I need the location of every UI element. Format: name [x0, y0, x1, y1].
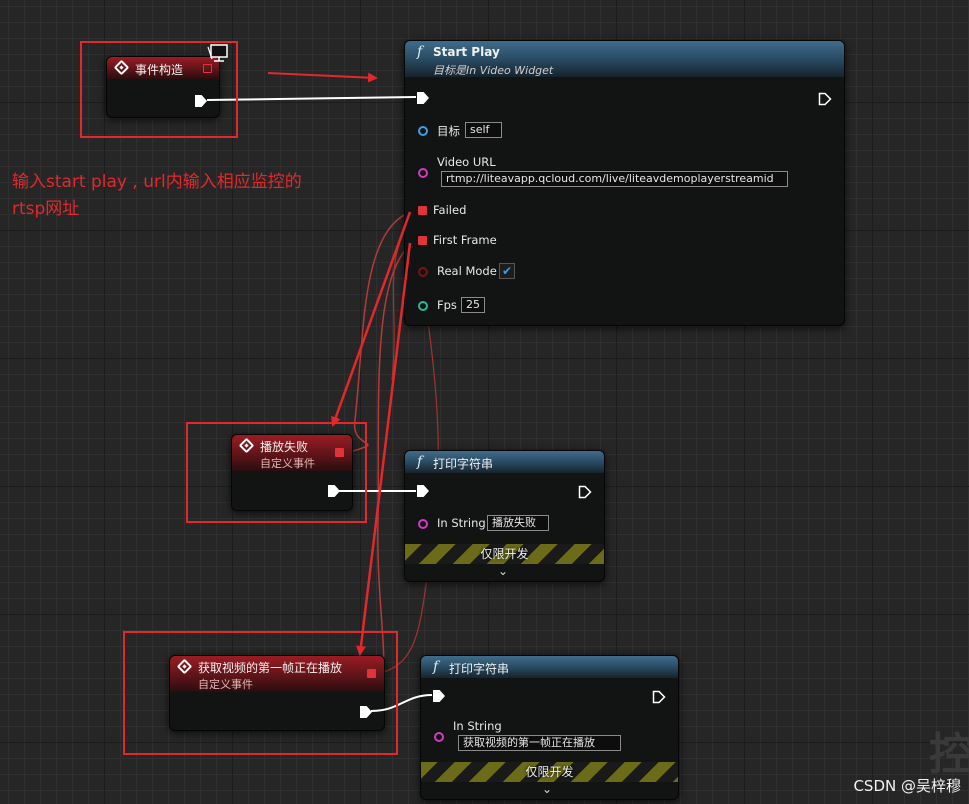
event-construct-exec-out-pin[interactable] — [195, 95, 207, 107]
annotation-text: 输入start play , url内输入相应监控的 rtsp网址 — [12, 169, 302, 223]
real-mode-label: Real Mode — [437, 264, 497, 278]
video-url-label: Video URL — [437, 155, 496, 169]
video-url-pin[interactable] — [418, 168, 428, 178]
dev-only-banner: 仅限开发 — [405, 544, 604, 564]
annotation-arrow-first-frame — [356, 242, 412, 656]
in-string-pin[interactable] — [434, 732, 444, 742]
print-string-node-2[interactable]: f 打印字符串 In String 获取视频的第一帧正在播放 仅限开发 ⌄ — [420, 655, 679, 800]
start-play-title: Start Play — [433, 45, 500, 59]
monitor-icon — [207, 44, 229, 62]
in-string-field[interactable]: 播放失败 — [487, 515, 549, 531]
print-string-1-exec-in-pin[interactable] — [417, 485, 429, 497]
fps-pin[interactable] — [418, 301, 428, 311]
event-diamond-icon — [113, 59, 130, 76]
csdn-watermark: CSDN @吴梓穆 — [853, 777, 961, 795]
start-play-node[interactable]: f Start Play 目标是In Video Widget 目标 self … — [404, 40, 845, 326]
play-failed-delegate-pin[interactable] — [335, 448, 344, 457]
print-string-2-header: f 打印字符串 — [421, 656, 678, 678]
annotation-line-2: rtsp网址 — [12, 199, 80, 219]
print-string-node-1[interactable]: f 打印字符串 In String 播放失败 仅限开发 ⌄ — [404, 450, 605, 582]
first-frame-subtitle: 自定义事件 — [198, 678, 253, 691]
background-ghost-char: 控 — [929, 729, 969, 780]
event-construct-header: 事件构造 — [107, 57, 219, 79]
first-frame-title: 获取视频的第一帧正在播放 — [198, 661, 343, 675]
dev-only-label: 仅限开发 — [480, 547, 529, 561]
target-pin[interactable] — [418, 126, 428, 136]
in-string-label: In String — [437, 516, 486, 530]
failed-pin[interactable] — [418, 206, 427, 215]
target-label: 目标 — [437, 124, 460, 138]
video-url-field[interactable]: rtmp://liteavapp.qcloud.com/live/liteavd… — [441, 171, 788, 187]
in-string-label: In String — [453, 719, 502, 733]
play-failed-subtitle: 自定义事件 — [260, 457, 315, 470]
function-icon: f — [417, 454, 423, 470]
print-string-1-title: 打印字符串 — [433, 457, 494, 471]
print-string-2-exec-out-pin[interactable] — [652, 689, 666, 708]
first-frame-label: First Frame — [433, 233, 497, 247]
first-frame-header: 获取视频的第一帧正在播放 自定义事件 — [170, 656, 384, 692]
event-construct-title: 事件构造 — [135, 63, 184, 77]
start-play-exec-in-pin[interactable] — [417, 92, 429, 104]
chevron-down-icon[interactable]: ⌄ — [542, 782, 552, 796]
first-frame-pin[interactable] — [418, 236, 427, 245]
annotation-line-1: 输入start play , url内输入相应监控的 — [12, 172, 302, 192]
in-string-pin[interactable] — [418, 519, 428, 529]
play-failed-event-node[interactable]: 播放失败 自定义事件 — [231, 434, 353, 511]
first-frame-event-node[interactable]: 获取视频的第一帧正在播放 自定义事件 — [169, 655, 385, 731]
real-mode-checkbox[interactable]: ✔ — [499, 263, 515, 279]
print-string-2-title: 打印字符串 — [449, 662, 510, 676]
fps-field[interactable]: 25 — [461, 297, 485, 313]
annotation-arrow-top — [267, 72, 378, 83]
play-failed-exec-out-pin[interactable] — [328, 485, 340, 497]
function-icon: f — [433, 659, 439, 675]
exec-wire-construct-to-startplay — [206, 96, 417, 101]
start-play-exec-out-pin[interactable] — [818, 91, 832, 110]
chevron-down-icon[interactable]: ⌄ — [498, 564, 508, 578]
in-string-field[interactable]: 获取视频的第一帧正在播放 — [458, 735, 621, 751]
target-field[interactable]: self — [465, 122, 502, 138]
print-string-2-exec-in-pin[interactable] — [433, 690, 445, 702]
print-string-1-exec-out-pin[interactable] — [578, 484, 592, 503]
first-frame-delegate-pin[interactable] — [367, 669, 376, 678]
first-frame-exec-out-pin[interactable] — [360, 706, 372, 718]
event-construct-delegate-pin[interactable] — [203, 64, 212, 73]
dev-only-banner: 仅限开发 — [421, 762, 678, 782]
event-diamond-icon — [176, 658, 193, 675]
play-failed-header: 播放失败 自定义事件 — [232, 435, 352, 471]
start-play-subtitle: 目标是In Video Widget — [433, 64, 554, 77]
failed-label: Failed — [433, 203, 467, 217]
start-play-header: f Start Play 目标是In Video Widget — [405, 41, 844, 77]
print-string-1-header: f 打印字符串 — [405, 451, 604, 473]
event-construct-node[interactable]: 事件构造 — [106, 56, 220, 118]
function-icon: f — [417, 44, 423, 60]
play-failed-title: 播放失败 — [260, 440, 309, 454]
real-mode-pin[interactable] — [418, 267, 428, 277]
annotation-arrow-failed — [331, 211, 412, 427]
fps-label: Fps — [437, 298, 457, 312]
event-diamond-icon — [238, 437, 255, 454]
dev-only-label: 仅限开发 — [525, 765, 574, 779]
